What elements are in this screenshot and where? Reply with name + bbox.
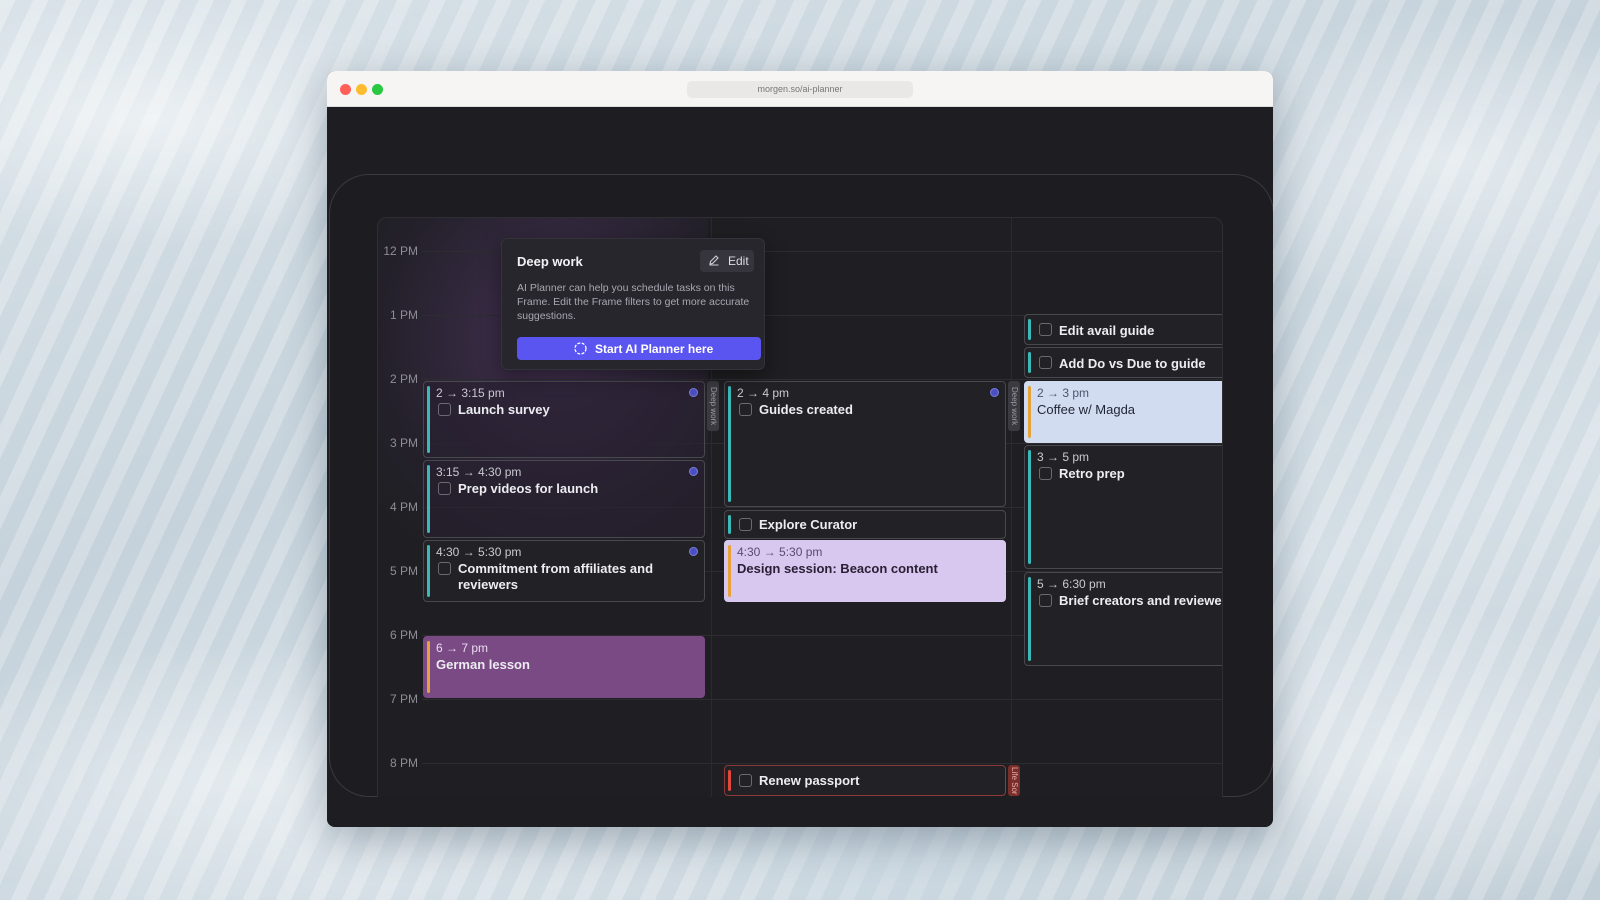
event-title: Commitment from affiliates and reviewers (458, 561, 654, 592)
ai-planner-icon (990, 388, 999, 397)
hour-label: 2 PM (389, 372, 418, 386)
edit-label: Edit (728, 254, 749, 268)
task-checkbox[interactable] (438, 562, 451, 575)
event-color-bar (1028, 319, 1031, 340)
event-launch-survey[interactable]: 2 → 3:15 pm Launch survey (423, 381, 705, 458)
popover-description: AI Planner can help you schedule tasks o… (517, 282, 750, 322)
minimize-window-button[interactable] (356, 84, 367, 95)
event-brief-creators[interactable]: 5 → 6:30 pm Brief creators and reviewers (1024, 572, 1223, 666)
event-title: Design session: Beacon content (737, 561, 938, 576)
event-color-bar (728, 386, 731, 502)
event-color-bar (1028, 577, 1031, 661)
event-color-bar (1028, 352, 1031, 373)
event-color-bar (427, 641, 430, 693)
hour-line (422, 379, 1222, 380)
zoom-window-button[interactable] (372, 84, 383, 95)
event-title: Prep videos for launch (458, 481, 599, 496)
address-bar[interactable]: morgen.so/ai-planner (687, 81, 913, 98)
close-window-button[interactable] (340, 84, 351, 95)
event-color-bar (728, 515, 731, 534)
event-title: Coffee w/ Magda (1037, 402, 1136, 417)
task-checkbox[interactable] (1039, 323, 1052, 336)
event-color-bar (728, 770, 731, 791)
start-ai-planner-button[interactable]: Start AI Planner here (517, 337, 761, 360)
event-do-vs-due[interactable]: Add Do vs Due to guide (1024, 347, 1222, 378)
ai-planner-icon (689, 467, 698, 476)
browser-window: morgen.so/ai-planner 12 PM 1 PM 2 PM 3 P… (327, 71, 1273, 827)
hour-label: 3 PM (389, 436, 418, 450)
calendar-grid: 12 PM 1 PM 2 PM 3 PM 4 PM 5 PM 6 PM 7 PM… (377, 217, 1223, 797)
event-prep-videos[interactable]: 3:15 → 4:30 pm Prep videos for launch (423, 460, 705, 538)
event-title: Explore Curator (759, 517, 858, 532)
edit-frame-button[interactable]: Edit (700, 250, 754, 272)
event-edit-avail-guide[interactable]: Edit avail guide (1024, 314, 1222, 345)
hour-line (422, 699, 1222, 700)
page-content: 12 PM 1 PM 2 PM 3 PM 4 PM 5 PM 6 PM 7 PM… (327, 107, 1273, 827)
event-time: 2 → 3 pm (1037, 386, 1090, 400)
frame-tag-life: Life Sor (1008, 765, 1020, 796)
ai-sparkle-icon (573, 341, 588, 359)
event-color-bar (427, 386, 430, 453)
event-german-lesson[interactable]: 6 → 7 pm German lesson (423, 636, 705, 698)
event-color-bar (1028, 450, 1031, 564)
event-explore-curator[interactable]: Explore Curator (724, 510, 1006, 539)
frame-popover: Deep work Edit AI Planner can help you s… (501, 238, 765, 370)
task-checkbox[interactable] (438, 403, 451, 416)
task-checkbox[interactable] (739, 403, 752, 416)
event-time: 6 → 7 pm (436, 641, 489, 655)
ai-planner-icon (689, 388, 698, 397)
task-checkbox[interactable] (438, 482, 451, 495)
event-title: Edit avail guide (1059, 323, 1155, 338)
hour-label: 12 PM (383, 244, 418, 258)
start-ai-planner-label: Start AI Planner here (595, 342, 714, 356)
hour-label: 1 PM (389, 308, 418, 322)
task-checkbox[interactable] (739, 518, 752, 531)
task-checkbox[interactable] (739, 774, 752, 787)
popover-title: Deep work (517, 254, 583, 269)
event-title: Retro prep (1059, 466, 1125, 481)
hour-label: 6 PM (389, 628, 418, 642)
event-color-bar (1028, 386, 1031, 438)
hour-line (422, 763, 1222, 764)
pencil-icon (708, 254, 720, 269)
event-title: Guides created (759, 402, 853, 417)
event-time: 4:30 → 5:30 pm (737, 545, 823, 559)
event-renew-passport[interactable]: Renew passport (724, 765, 1006, 796)
event-time: 2 → 3:15 pm (436, 386, 505, 400)
hour-label: 7 PM (389, 692, 418, 706)
event-retro-prep[interactable]: 3 → 5 pm Retro prep (1024, 445, 1222, 569)
event-commitment[interactable]: 4:30 → 5:30 pm Commitment from affiliate… (423, 540, 705, 602)
event-time: 2 → 4 pm (737, 386, 790, 400)
event-guides-created[interactable]: 2 → 4 pm Guides created (724, 381, 1006, 507)
task-checkbox[interactable] (1039, 467, 1052, 480)
hour-label: 4 PM (389, 500, 418, 514)
event-title: Brief creators and reviewers (1059, 593, 1223, 608)
event-time: 3 → 5 pm (1037, 450, 1090, 464)
event-coffee-magda[interactable]: 2 → 3 pm Coffee w/ Magda (1024, 381, 1222, 443)
event-time: 3:15 → 4:30 pm (436, 465, 522, 479)
event-design-session[interactable]: 4:30 → 5:30 pm Design session: Beacon co… (724, 540, 1006, 602)
event-time: 5 → 6:30 pm (1037, 577, 1106, 591)
frame-tag-deep-work: Deep work (707, 381, 719, 431)
event-title: German lesson (436, 657, 530, 672)
event-color-bar (728, 545, 731, 597)
hour-label: 5 PM (389, 564, 418, 578)
event-title: Renew passport (759, 773, 860, 788)
hour-label: 8 PM (389, 756, 418, 770)
event-color-bar (427, 465, 430, 533)
event-color-bar (427, 545, 430, 597)
event-title: Add Do vs Due to guide (1059, 356, 1206, 371)
frame-tag-deep-work: Deep work (1008, 381, 1020, 431)
task-checkbox[interactable] (1039, 356, 1052, 369)
browser-titlebar: morgen.so/ai-planner (327, 71, 1273, 107)
event-title: Launch survey (458, 402, 550, 417)
ai-planner-icon (689, 547, 698, 556)
event-time: 4:30 → 5:30 pm (436, 545, 522, 559)
task-checkbox[interactable] (1039, 594, 1052, 607)
